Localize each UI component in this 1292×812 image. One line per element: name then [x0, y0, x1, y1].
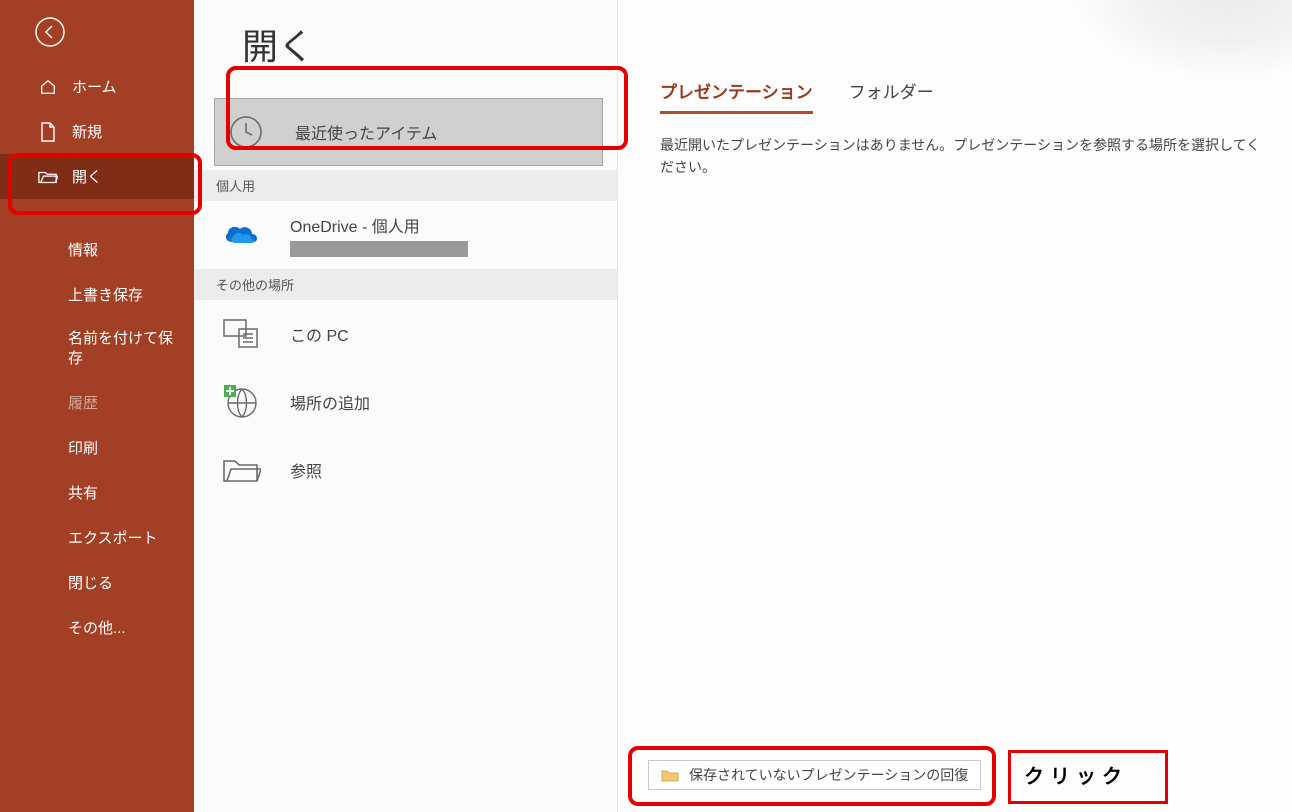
sidebar-item-print[interactable]: 印刷: [0, 425, 194, 470]
annotation-click: クリック: [1024, 760, 1128, 789]
sidebar-item-label: 閉じる: [68, 572, 113, 593]
source-recent[interactable]: 最近使ったアイテム: [214, 98, 603, 166]
sidebar-item-label: 情報: [68, 239, 98, 260]
onedrive-icon: [220, 214, 262, 256]
sidebar-item-label: エクスポート: [68, 527, 158, 548]
sidebar-item-label: 上書き保存: [68, 284, 143, 305]
home-icon: [38, 77, 58, 97]
sidebar-item-label: 履歴: [68, 392, 98, 413]
tab-folders[interactable]: フォルダー: [849, 78, 934, 114]
sidebar-item-saveas[interactable]: 名前を付けて保存: [0, 317, 194, 380]
sidebar-item-new[interactable]: 新規: [0, 109, 194, 154]
clock-icon: [225, 111, 267, 153]
tab-presentations[interactable]: プレゼンテーション: [660, 78, 813, 114]
sidebar-item-history: 履歴: [0, 380, 194, 425]
sidebar-item-home[interactable]: ホーム: [0, 64, 194, 109]
onedrive-account-redacted: [290, 241, 468, 257]
sidebar-item-label: その他...: [68, 617, 126, 638]
source-section-other: その他の場所: [194, 269, 617, 300]
sidebar-item-label: 印刷: [68, 437, 98, 458]
source-label: OneDrive - 個人用: [290, 213, 468, 237]
source-section-personal: 個人用: [194, 170, 617, 201]
sidebar-item-label: ホーム: [72, 76, 117, 97]
folder-small-icon: [661, 768, 679, 782]
recover-unsaved-button[interactable]: 保存されていないプレゼンテーションの回復: [648, 760, 981, 790]
sidebar-item-open[interactable]: 開く: [0, 154, 194, 199]
sidebar-item-export[interactable]: エクスポート: [0, 515, 194, 560]
sidebar-item-label: 新規: [72, 121, 102, 142]
open-tabs: プレゼンテーション フォルダー: [660, 78, 1272, 114]
source-label: 場所の追加: [290, 390, 370, 414]
open-main-area: プレゼンテーション フォルダー 最近開いたプレゼンテーションはありません。プレゼ…: [618, 0, 1292, 812]
sidebar-item-label: 共有: [68, 482, 98, 503]
sidebar-item-label: 名前を付けて保存: [68, 329, 184, 368]
source-label: この PC: [290, 322, 349, 346]
folder-open-icon: [38, 167, 58, 187]
recover-label: 保存されていないプレゼンテーションの回復: [689, 765, 968, 785]
back-button[interactable]: [30, 12, 70, 52]
sidebar-item-label: 開く: [72, 166, 102, 187]
source-label: 参照: [290, 458, 322, 482]
sidebar-item-share[interactable]: 共有: [0, 470, 194, 515]
sidebar-item-info[interactable]: 情報: [0, 227, 194, 272]
source-browse[interactable]: 参照: [194, 436, 617, 504]
backstage-sidebar: ホーム 新規 開く 情報 上書き保存: [0, 0, 194, 812]
source-thispc[interactable]: この PC: [194, 300, 617, 368]
watermark-decoration: [1072, 0, 1292, 80]
new-doc-icon: [38, 122, 58, 142]
folder-icon: [220, 449, 262, 491]
empty-recent-message: 最近開いたプレゼンテーションはありません。プレゼンテーションを参照する場所を選択…: [660, 134, 1272, 179]
sidebar-item-more[interactable]: その他...: [0, 605, 194, 650]
sidebar-item-close[interactable]: 閉じる: [0, 560, 194, 605]
source-label: 最近使ったアイテム: [295, 120, 437, 144]
addplace-icon: [220, 381, 262, 423]
sidebar-item-save[interactable]: 上書き保存: [0, 272, 194, 317]
source-addplace[interactable]: 場所の追加: [194, 368, 617, 436]
thispc-icon: [220, 313, 262, 355]
source-onedrive[interactable]: OneDrive - 個人用: [194, 201, 617, 269]
open-source-list: 開く 最近使ったアイテム 個人用 OneDrive - 個人用: [194, 0, 618, 812]
page-title: 開く: [194, 14, 617, 92]
